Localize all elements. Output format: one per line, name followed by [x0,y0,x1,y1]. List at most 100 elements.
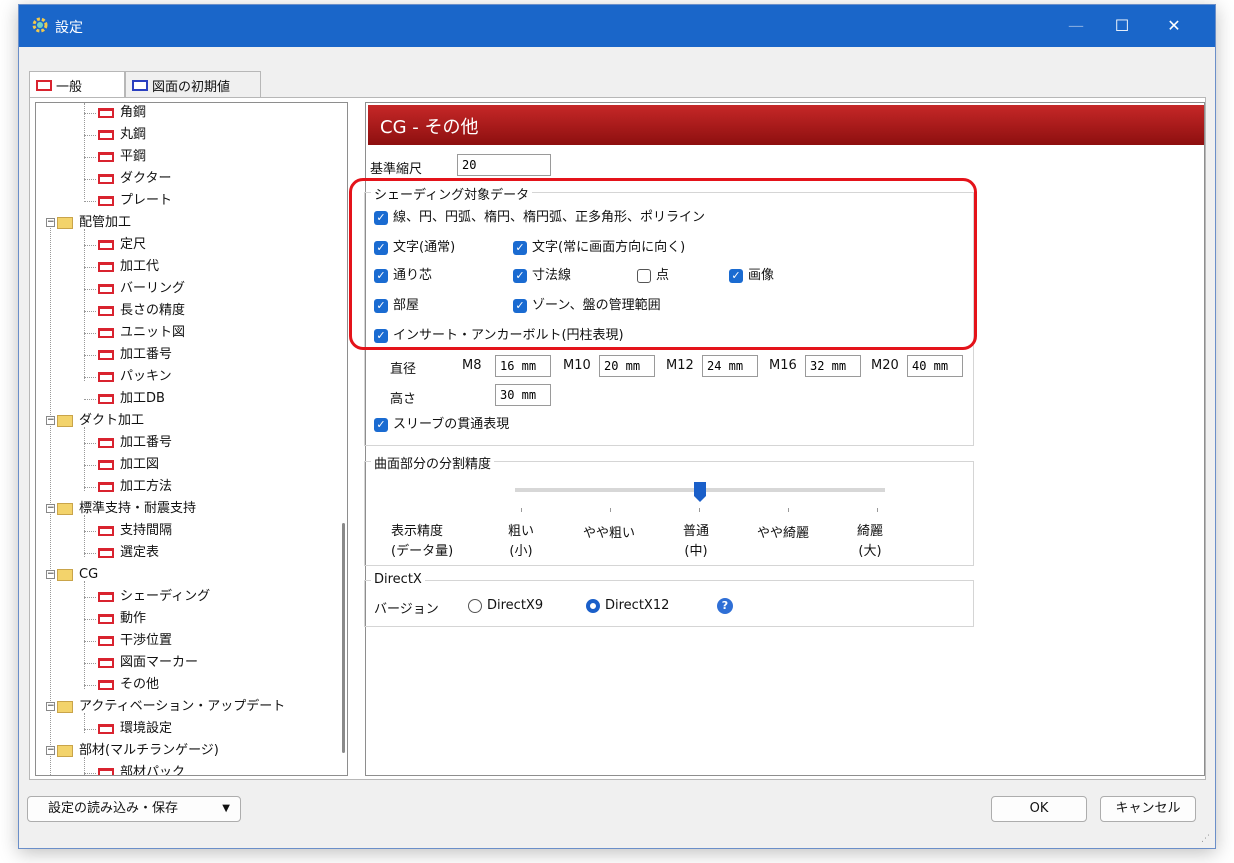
page-icon [98,437,114,448]
tree-item[interactable]: 部材パック [84,763,185,775]
tree-item[interactable]: ダクター [84,169,172,191]
page-icon [98,635,114,646]
height-label: 高さ [390,392,417,407]
collapse-icon[interactable]: − [46,218,55,227]
version-label: バージョン [374,602,439,617]
radio-directx12[interactable]: DirectX12 [586,597,669,615]
tree-item[interactable]: ユニット図 [84,323,185,345]
page-icon [98,723,114,734]
slider-tick [521,508,522,512]
tree-item-label: ダクト加工 [79,413,145,428]
tree-item-label: 平鋼 [120,149,147,164]
page-icon [98,239,114,250]
tree-item[interactable]: 丸鋼 [84,125,146,147]
tree-item[interactable]: バーリング [84,279,186,301]
load-save-settings-button[interactable]: 設定の読み込み・保存 ▼ [27,796,241,822]
tree-scrollbar[interactable] [342,523,345,753]
tree-item[interactable]: シェーディング [84,587,210,609]
tree-item-label: プレート [120,193,173,208]
folder-icon [57,568,73,581]
page-icon [98,173,114,184]
tree-item[interactable]: 長さの精度 [84,301,185,323]
page-icon [98,371,114,382]
slider-tick [610,508,611,512]
radio-label: DirectX9 [487,598,544,613]
level-label: 綺麗 (大) [857,524,884,559]
collapse-icon[interactable]: − [46,504,55,513]
diameter-m16-input[interactable] [805,355,861,377]
dropdown-arrow-icon: ▼ [222,803,230,814]
tree-item[interactable]: 図面マーカー [84,653,198,675]
collapse-icon[interactable]: − [46,702,55,711]
minimize-button[interactable]: — [1053,5,1099,47]
tree-item-selected[interactable]: その他 [84,675,159,697]
folder-icon [57,414,73,427]
tree-item[interactable]: 定尺 [84,235,146,257]
folder-icon [57,700,73,713]
ok-button[interactable]: OK [991,796,1087,822]
collapse-icon[interactable]: − [46,570,55,579]
tree-folder[interactable]: − 配管加工 [46,213,131,235]
cancel-button[interactable]: キャンセル [1100,796,1196,822]
help-icon[interactable]: ? [717,598,733,614]
page-icon [98,305,114,316]
tree-item[interactable]: 支持間隔 [84,521,172,543]
settings-tree: 角鋼 丸鋼 平鋼 ダクター プレート − 配管加工 定尺 加工代 バーリング 長さ… [35,102,348,776]
radio-on-icon [586,598,600,613]
tree-item-label: 動作 [120,611,147,626]
tree-item[interactable]: プレート [84,191,173,213]
tree-item[interactable]: 干渉位置 [84,631,172,653]
checkbox-sleeve[interactable]: ✓ スリーブの貫通表現 [374,416,509,434]
tree-folder[interactable]: − ダクト加工 [46,411,144,433]
tree-folder[interactable]: − CG [46,565,98,587]
tree-item[interactable]: 加工代 [84,257,159,279]
tree-item-label: バーリング [120,281,186,296]
tree-item-label: 部材(マルチランゲージ) [79,743,219,758]
diameter-m8-input[interactable] [495,355,551,377]
scale-label: 基準縮尺 [370,162,423,177]
slider-tick [877,508,878,512]
tree-item[interactable]: 環境設定 [84,719,172,741]
page-icon [98,129,114,140]
radio-off-icon [468,598,482,613]
folder-icon [57,502,73,515]
tree-item[interactable]: 加工番号 [84,433,172,455]
page-icon [98,591,114,602]
tree-item-label: 加工方法 [120,479,173,494]
precision-slider-thumb[interactable] [693,481,707,503]
slider-tick [788,508,789,512]
tree-item[interactable]: 加工DB [84,389,165,411]
tree-item-label: 選定表 [120,545,160,560]
level-label: やや粗い [583,526,636,541]
tree-item[interactable]: 加工方法 [84,477,173,499]
tree-item[interactable]: 加工図 [84,455,160,477]
tree-folder[interactable]: − 部材(マルチランゲージ) [46,741,219,763]
page-icon [98,547,114,558]
scale-input[interactable] [457,154,551,176]
tree-item-label: ダクター [120,171,172,186]
tab-drawing-defaults[interactable]: 図面の初期値 [125,71,261,97]
page-icon [98,283,114,294]
diameter-m10-input[interactable] [599,355,655,377]
diameter-label: 直径 [390,362,417,377]
tree-item[interactable]: 平鋼 [84,147,147,169]
tab-general[interactable]: 一般 [29,71,125,99]
tree-item[interactable]: 角鋼 [84,103,146,125]
tree-item[interactable]: パッキン [84,367,172,389]
height-input[interactable] [495,384,551,406]
tree-item[interactable]: 加工番号 [84,345,172,367]
tree-item[interactable]: 選定表 [84,543,160,565]
collapse-icon[interactable]: − [46,746,55,755]
resize-grip-icon[interactable]: ⋰ [1201,834,1211,844]
panel-header: CG - その他 [368,105,1204,145]
tree-folder[interactable]: − アクティベーション・アップデート [46,697,285,719]
radio-directx9[interactable]: DirectX9 [468,597,543,615]
tree-item-label: 加工図 [120,457,160,472]
tree-folder[interactable]: − 標準支持・耐震支持 [46,499,196,521]
collapse-icon[interactable]: − [46,416,55,425]
close-button[interactable]: ✕ [1151,5,1197,47]
maximize-button[interactable]: ☐ [1099,5,1145,47]
tree-item[interactable]: 動作 [84,609,147,631]
diameter-m12-input[interactable] [702,355,758,377]
diameter-m20-input[interactable] [907,355,963,377]
